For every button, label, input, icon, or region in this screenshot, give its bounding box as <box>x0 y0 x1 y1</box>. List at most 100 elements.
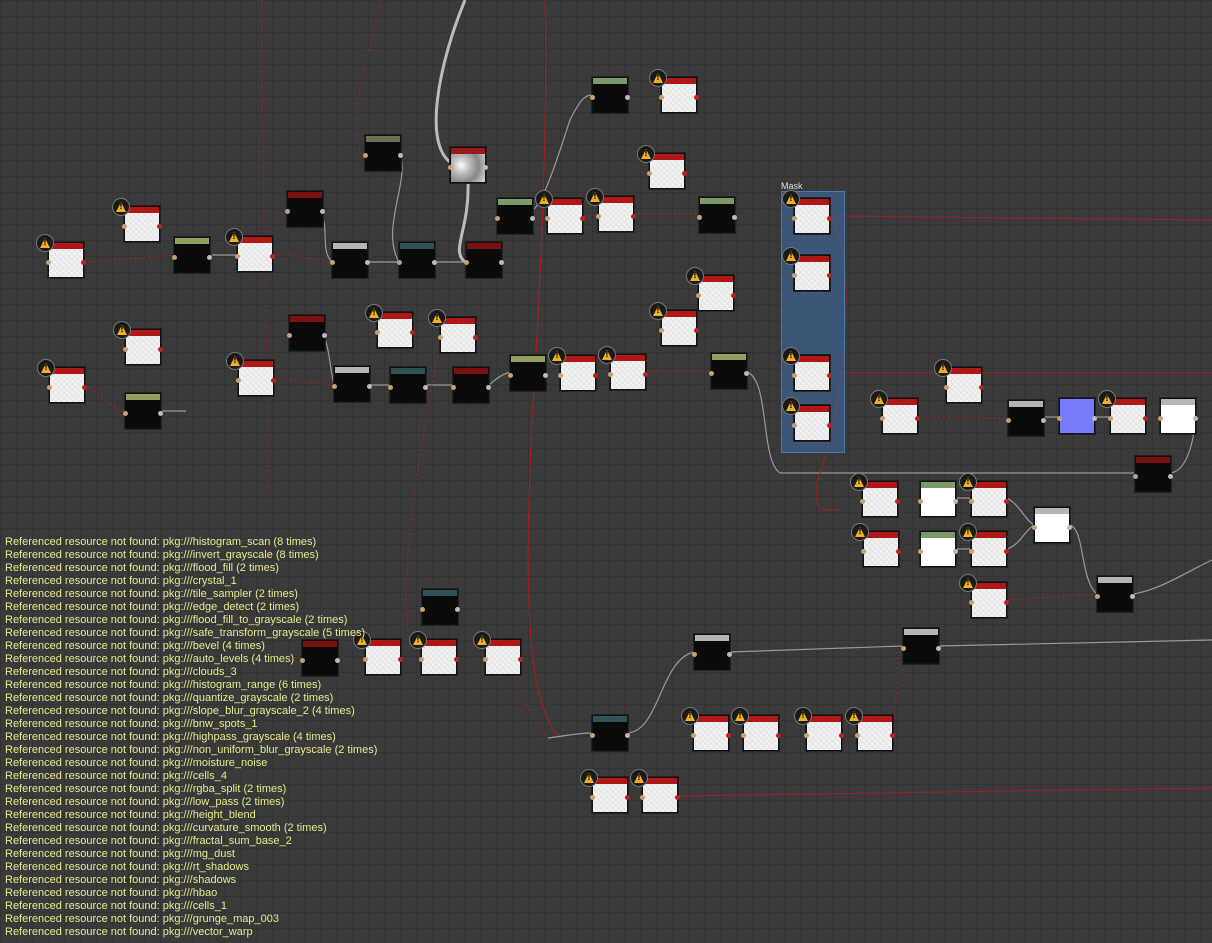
missing-resource-node[interactable] <box>558 355 598 391</box>
input-port[interactable] <box>1006 418 1011 423</box>
input-port[interactable] <box>969 549 974 554</box>
input-port[interactable] <box>1095 594 1100 599</box>
missing-resource-node[interactable] <box>969 481 1009 517</box>
input-port[interactable] <box>1108 416 1113 421</box>
graph-node-grayw[interactable] <box>1032 507 1072 543</box>
missing-resource-node[interactable] <box>804 715 844 751</box>
input-port[interactable] <box>696 293 701 298</box>
graph-node-dred[interactable] <box>287 315 327 351</box>
input-port[interactable] <box>804 733 809 738</box>
output-port[interactable] <box>322 333 327 338</box>
output-port[interactable] <box>643 372 648 377</box>
input-port[interactable] <box>944 385 949 390</box>
input-port[interactable] <box>590 795 595 800</box>
output-port[interactable] <box>776 733 781 738</box>
input-port[interactable] <box>792 423 797 428</box>
graph-node-gray[interactable] <box>330 242 370 278</box>
output-port[interactable] <box>158 347 163 352</box>
output-port[interactable] <box>732 215 737 220</box>
input-port[interactable] <box>918 549 923 554</box>
missing-resource-node[interactable] <box>792 198 832 234</box>
missing-resource-node[interactable] <box>608 354 648 390</box>
missing-resource-node[interactable] <box>122 206 162 242</box>
missing-resource-node[interactable] <box>419 639 459 675</box>
output-port[interactable] <box>694 328 699 333</box>
input-port[interactable] <box>659 328 664 333</box>
graph-node-green[interactable] <box>709 353 749 389</box>
input-port[interactable] <box>363 153 368 158</box>
graph-node-dred[interactable] <box>464 242 504 278</box>
input-port[interactable] <box>901 646 906 651</box>
output-port[interactable] <box>432 260 437 265</box>
output-port[interactable] <box>82 385 87 390</box>
input-port[interactable] <box>590 733 595 738</box>
input-port[interactable] <box>235 254 240 259</box>
missing-resource-node[interactable] <box>792 405 832 441</box>
input-port[interactable] <box>792 273 797 278</box>
output-port[interactable] <box>473 335 478 340</box>
input-port[interactable] <box>659 95 664 100</box>
missing-resource-node[interactable] <box>375 312 415 348</box>
input-port[interactable] <box>332 384 337 389</box>
missing-resource-node[interactable] <box>1108 398 1148 434</box>
output-port[interactable] <box>953 549 958 554</box>
input-port[interactable] <box>918 499 923 504</box>
output-port[interactable] <box>827 273 832 278</box>
input-port[interactable] <box>792 216 797 221</box>
input-port[interactable] <box>969 600 974 605</box>
input-port[interactable] <box>285 209 290 214</box>
output-port[interactable] <box>1041 418 1046 423</box>
input-port[interactable] <box>451 385 456 390</box>
missing-resource-node[interactable] <box>880 398 920 434</box>
graph-node-teal[interactable] <box>397 242 437 278</box>
output-port[interactable] <box>895 499 900 504</box>
output-port[interactable] <box>631 214 636 219</box>
graph-node-gray[interactable] <box>901 628 941 664</box>
missing-resource-node[interactable] <box>438 317 478 353</box>
graph-node-greenblk[interactable] <box>590 77 630 113</box>
output-port[interactable] <box>410 330 415 335</box>
input-port[interactable] <box>448 165 453 170</box>
graph-node-dred[interactable] <box>1133 456 1173 492</box>
output-port[interactable] <box>731 293 736 298</box>
missing-resource-node[interactable] <box>596 196 636 232</box>
output-port[interactable] <box>499 260 504 265</box>
output-port[interactable] <box>915 416 920 421</box>
output-port[interactable] <box>486 385 491 390</box>
input-port[interactable] <box>697 215 702 220</box>
input-port[interactable] <box>508 373 513 378</box>
graph-node-grayw[interactable] <box>1158 398 1198 434</box>
output-port[interactable] <box>936 646 941 651</box>
input-port[interactable] <box>692 652 697 657</box>
input-port[interactable] <box>122 224 127 229</box>
input-port[interactable] <box>287 333 292 338</box>
graph-node-dred[interactable] <box>285 191 325 227</box>
missing-resource-node[interactable] <box>741 715 781 751</box>
missing-resource-node[interactable] <box>792 355 832 391</box>
input-port[interactable] <box>375 330 380 335</box>
missing-resource-node[interactable] <box>696 275 736 311</box>
output-port[interactable] <box>727 652 732 657</box>
graph-node-teal[interactable] <box>388 367 428 403</box>
output-port[interactable] <box>694 95 699 100</box>
output-port[interactable] <box>593 373 598 378</box>
input-port[interactable] <box>123 347 128 352</box>
output-port[interactable] <box>675 795 680 800</box>
output-port[interactable] <box>270 254 275 259</box>
input-port[interactable] <box>596 214 601 219</box>
output-port[interactable] <box>543 373 548 378</box>
graph-node-noise[interactable] <box>448 147 488 183</box>
missing-resource-node[interactable] <box>123 329 163 365</box>
graph-node-dred[interactable] <box>451 367 491 403</box>
output-port[interactable] <box>1004 600 1009 605</box>
missing-resource-node[interactable] <box>659 77 699 113</box>
input-port[interactable] <box>608 372 613 377</box>
input-port[interactable] <box>397 260 402 265</box>
graph-node-gray[interactable] <box>332 366 372 402</box>
graph-node-blue[interactable] <box>1057 398 1097 434</box>
output-port[interactable] <box>827 216 832 221</box>
missing-resource-node[interactable] <box>659 310 699 346</box>
output-port[interactable] <box>896 549 901 554</box>
output-port[interactable] <box>1004 499 1009 504</box>
output-port[interactable] <box>365 260 370 265</box>
